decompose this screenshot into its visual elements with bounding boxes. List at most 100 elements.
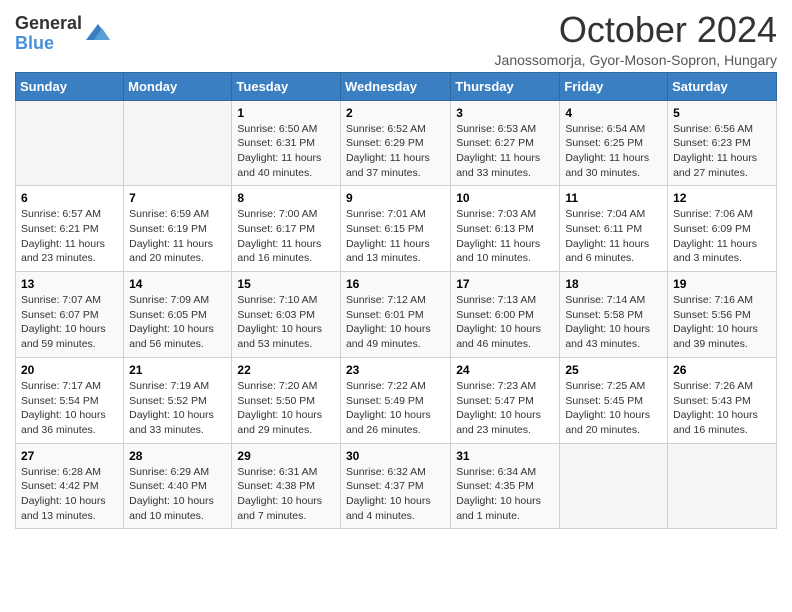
day-number: 10 [456, 191, 554, 205]
day-cell: 23 Sunrise: 7:22 AMSunset: 5:49 PMDayligh… [340, 357, 450, 443]
day-info: Sunrise: 7:13 AMSunset: 6:00 PMDaylight:… [456, 293, 554, 352]
day-info: Sunrise: 6:32 AMSunset: 4:37 PMDaylight:… [346, 465, 445, 524]
day-info: Sunrise: 7:07 AMSunset: 6:07 PMDaylight:… [21, 293, 118, 352]
day-cell: 26Sunrise: 7:26 AMSunset: 5:43 PMDayligh… [668, 357, 777, 443]
day-of-week-sunday: Sunday [16, 72, 124, 100]
day-cell [560, 443, 668, 529]
title-block: October 2024 Janossomorja, Gyor-Moson-So… [495, 10, 777, 68]
day-number: 21 [129, 363, 226, 377]
day-of-week-monday: Monday [124, 72, 232, 100]
day-info: Sunrise: 7:17 AMSunset: 5:54 PMDaylight:… [21, 379, 118, 438]
day-cell: 7 Sunrise: 6:59 AMSunset: 6:19 PMDaylight… [124, 186, 232, 272]
day-of-week-tuesday: Tuesday [232, 72, 341, 100]
logo-icon [84, 20, 112, 48]
day-cell: 21Sunrise: 7:19 AMSunset: 5:52 PMDayligh… [124, 357, 232, 443]
day-info: Sunrise: 6:52 AMSunset: 6:29 PMDaylight:… [346, 122, 445, 181]
day-number: 4 [565, 106, 662, 120]
day-cell: 2 Sunrise: 6:52 AMSunset: 6:29 PMDaylight… [340, 100, 450, 186]
day-number: 30 [346, 449, 445, 463]
day-info: Sunrise: 6:34 AMSunset: 4:35 PMDaylight:… [456, 465, 554, 524]
day-cell: 20 Sunrise: 7:17 AMSunset: 5:54 PMDayligh… [16, 357, 124, 443]
day-cell: 24 Sunrise: 7:23 AMSunset: 5:47 PMDayligh… [451, 357, 560, 443]
day-cell: 25Sunrise: 7:25 AMSunset: 5:45 PMDayligh… [560, 357, 668, 443]
day-number: 11 [565, 191, 662, 205]
day-info: Sunrise: 7:26 AMSunset: 5:43 PMDaylight:… [673, 379, 771, 438]
day-cell: 14 Sunrise: 7:09 AMSunset: 6:05 PMDayligh… [124, 272, 232, 358]
day-info: Sunrise: 6:57 AMSunset: 6:21 PMDaylight:… [21, 207, 118, 266]
day-number: 17 [456, 277, 554, 291]
day-number: 16 [346, 277, 445, 291]
day-cell: 1 Sunrise: 6:50 AMSunset: 6:31 PMDaylight… [232, 100, 341, 186]
day-cell: 5 Sunrise: 6:56 AMSunset: 6:23 PMDaylight… [668, 100, 777, 186]
day-number: 29 [237, 449, 335, 463]
day-info: Sunrise: 7:23 AMSunset: 5:47 PMDaylight:… [456, 379, 554, 438]
day-number: 24 [456, 363, 554, 377]
day-number: 1 [237, 106, 335, 120]
day-number: 18 [565, 277, 662, 291]
day-of-week-wednesday: Wednesday [340, 72, 450, 100]
day-info: Sunrise: 7:01 AMSunset: 6:15 PMDaylight:… [346, 207, 445, 266]
days-of-week-row: SundayMondayTuesdayWednesdayThursdayFrid… [16, 72, 777, 100]
day-number: 23 [346, 363, 445, 377]
day-info: Sunrise: 6:31 AMSunset: 4:38 PMDaylight:… [237, 465, 335, 524]
day-number: 20 [21, 363, 118, 377]
day-number: 27 [21, 449, 118, 463]
day-number: 2 [346, 106, 445, 120]
day-number: 8 [237, 191, 335, 205]
day-number: 14 [129, 277, 226, 291]
day-info: Sunrise: 6:56 AMSunset: 6:23 PMDaylight:… [673, 122, 771, 181]
day-cell: 22Sunrise: 7:20 AMSunset: 5:50 PMDayligh… [232, 357, 341, 443]
week-row-4: 20 Sunrise: 7:17 AMSunset: 5:54 PMDayligh… [16, 357, 777, 443]
day-info: Sunrise: 7:09 AMSunset: 6:05 PMDaylight:… [129, 293, 226, 352]
day-of-week-thursday: Thursday [451, 72, 560, 100]
day-number: 22 [237, 363, 335, 377]
day-cell: 28Sunrise: 6:29 AMSunset: 4:40 PMDayligh… [124, 443, 232, 529]
day-cell: 10 Sunrise: 7:03 AMSunset: 6:13 PMDayligh… [451, 186, 560, 272]
day-of-week-friday: Friday [560, 72, 668, 100]
day-info: Sunrise: 7:14 AMSunset: 5:58 PMDaylight:… [565, 293, 662, 352]
day-cell: 19 Sunrise: 7:16 AMSunset: 5:56 PMDayligh… [668, 272, 777, 358]
day-cell: 4Sunrise: 6:54 AMSunset: 6:25 PMDaylight… [560, 100, 668, 186]
logo-blue-text: Blue [15, 34, 82, 54]
logo: General Blue [15, 14, 112, 54]
day-info: Sunrise: 6:50 AMSunset: 6:31 PMDaylight:… [237, 122, 335, 181]
day-info: Sunrise: 6:53 AMSunset: 6:27 PMDaylight:… [456, 122, 554, 181]
day-number: 5 [673, 106, 771, 120]
logo-general-text: General [15, 14, 82, 34]
day-info: Sunrise: 7:12 AMSunset: 6:01 PMDaylight:… [346, 293, 445, 352]
day-number: 3 [456, 106, 554, 120]
week-row-1: 1 Sunrise: 6:50 AMSunset: 6:31 PMDaylight… [16, 100, 777, 186]
month-title: October 2024 [495, 10, 777, 50]
day-cell: 13Sunrise: 7:07 AMSunset: 6:07 PMDayligh… [16, 272, 124, 358]
day-number: 12 [673, 191, 771, 205]
day-cell: 30 Sunrise: 6:32 AMSunset: 4:37 PMDayligh… [340, 443, 450, 529]
day-info: Sunrise: 6:29 AMSunset: 4:40 PMDaylight:… [129, 465, 226, 524]
day-info: Sunrise: 7:04 AMSunset: 6:11 PMDaylight:… [565, 207, 662, 266]
day-cell: 27Sunrise: 6:28 AMSunset: 4:42 PMDayligh… [16, 443, 124, 529]
week-row-2: 6Sunrise: 6:57 AMSunset: 6:21 PMDaylight… [16, 186, 777, 272]
day-cell: 3 Sunrise: 6:53 AMSunset: 6:27 PMDaylight… [451, 100, 560, 186]
calendar-table: SundayMondayTuesdayWednesdayThursdayFrid… [15, 72, 777, 530]
day-number: 9 [346, 191, 445, 205]
day-info: Sunrise: 7:16 AMSunset: 5:56 PMDaylight:… [673, 293, 771, 352]
day-cell [124, 100, 232, 186]
day-cell: 29 Sunrise: 6:31 AMSunset: 4:38 PMDayligh… [232, 443, 341, 529]
day-number: 19 [673, 277, 771, 291]
day-cell: 31Sunrise: 6:34 AMSunset: 4:35 PMDayligh… [451, 443, 560, 529]
day-info: Sunrise: 6:59 AMSunset: 6:19 PMDaylight:… [129, 207, 226, 266]
day-info: Sunrise: 7:25 AMSunset: 5:45 PMDaylight:… [565, 379, 662, 438]
day-info: Sunrise: 7:03 AMSunset: 6:13 PMDaylight:… [456, 207, 554, 266]
calendar-body: 1 Sunrise: 6:50 AMSunset: 6:31 PMDaylight… [16, 100, 777, 529]
day-number: 7 [129, 191, 226, 205]
day-info: Sunrise: 7:06 AMSunset: 6:09 PMDaylight:… [673, 207, 771, 266]
day-cell: 9 Sunrise: 7:01 AMSunset: 6:15 PMDaylight… [340, 186, 450, 272]
day-number: 15 [237, 277, 335, 291]
day-info: Sunrise: 7:22 AMSunset: 5:49 PMDaylight:… [346, 379, 445, 438]
day-cell: 12 Sunrise: 7:06 AMSunset: 6:09 PMDayligh… [668, 186, 777, 272]
day-info: Sunrise: 7:00 AMSunset: 6:17 PMDaylight:… [237, 207, 335, 266]
day-cell: 17 Sunrise: 7:13 AMSunset: 6:00 PMDayligh… [451, 272, 560, 358]
location-text: Janossomorja, Gyor-Moson-Sopron, Hungary [495, 52, 777, 68]
day-cell: 18 Sunrise: 7:14 AMSunset: 5:58 PMDayligh… [560, 272, 668, 358]
page-header: General Blue October 2024 Janossomorja, … [15, 10, 777, 68]
week-row-5: 27Sunrise: 6:28 AMSunset: 4:42 PMDayligh… [16, 443, 777, 529]
